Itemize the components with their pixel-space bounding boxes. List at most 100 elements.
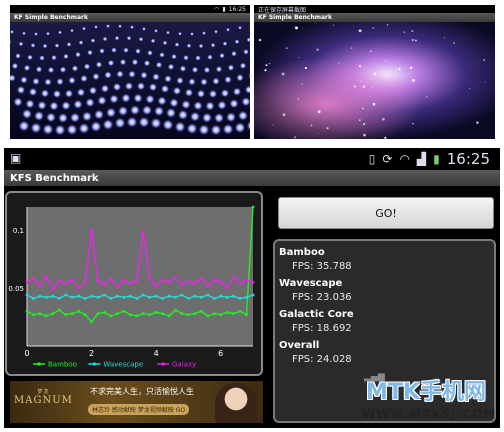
- data-point: [38, 294, 42, 298]
- star: [301, 82, 303, 85]
- light-dot: [16, 85, 26, 95]
- star: [380, 70, 382, 72]
- watermark: ▂▄▆ MTK手机网 WWW.MTKSJ.COM: [362, 372, 502, 430]
- status-bar: 正在保存屏幕截图: [254, 5, 495, 14]
- wifi-icon: ◠: [214, 5, 220, 13]
- light-dot: [210, 124, 222, 136]
- data-point: [90, 320, 93, 324]
- star: [476, 121, 479, 124]
- data-point: [83, 297, 87, 300]
- light-dot: [30, 42, 36, 48]
- data-point: [25, 293, 29, 297]
- data-point: [251, 280, 255, 284]
- data-point: [122, 295, 126, 299]
- light-dot: [93, 109, 105, 120]
- light-dot: [34, 31, 38, 36]
- app-title-bar: KF Simple Benchmark: [10, 13, 250, 22]
- star: [316, 48, 319, 51]
- ad-banner[interactable]: 梦龙 MAGNUM 不求完美人生，只活愉悦人生 林志玲 感动献映 梦龙视频献映 …: [10, 381, 263, 423]
- x-tick-label: 0: [24, 349, 29, 358]
- data-point: [128, 313, 132, 317]
- light-dot: [64, 89, 74, 98]
- light-dot: [143, 59, 151, 67]
- star: [294, 136, 296, 139]
- data-point: [206, 284, 210, 288]
- result-fps: FPS: 35.788: [292, 261, 352, 272]
- data-point: [161, 312, 165, 315]
- data-point: [32, 277, 35, 281]
- star: [403, 31, 406, 33]
- data-point: [64, 313, 68, 317]
- light-dot: [138, 36, 144, 42]
- data-point: [83, 280, 87, 284]
- data-point: [116, 285, 119, 289]
- light-dot: [159, 51, 165, 58]
- data-point: [141, 293, 145, 297]
- star: [411, 38, 414, 42]
- light-dot: [164, 75, 172, 83]
- data-point: [57, 297, 61, 300]
- light-dot: [116, 70, 124, 78]
- data-point: [238, 297, 242, 300]
- light-dot: [54, 43, 60, 49]
- data-point: [141, 312, 145, 315]
- star: [412, 79, 415, 82]
- light-dot: [78, 122, 90, 134]
- data-point: [64, 282, 68, 285]
- light-dot: [111, 47, 117, 53]
- watermark-url: WWW.MTKSJ.COM: [362, 407, 497, 421]
- star: [295, 26, 298, 30]
- light-dot: [58, 30, 62, 35]
- light-dot: [40, 89, 50, 98]
- data-point: [161, 297, 165, 300]
- data-point: [154, 311, 158, 314]
- light-dot: [13, 97, 23, 107]
- data-point: [238, 309, 242, 313]
- data-point: [148, 295, 152, 299]
- light-dot: [195, 55, 201, 61]
- legend-marker: [161, 362, 165, 366]
- data-point: [45, 295, 48, 299]
- star: [362, 107, 364, 110]
- data-point: [109, 314, 113, 318]
- light-dot: [15, 53, 21, 59]
- light-dot: [27, 54, 33, 61]
- result-wavescape: Wavescape FPS: 23.036: [279, 277, 490, 306]
- data-point: [77, 286, 81, 290]
- light-dot: [165, 107, 177, 119]
- light-dot: [167, 63, 175, 71]
- light-dot: [239, 62, 247, 70]
- light-dot: [21, 108, 33, 120]
- light-dot: [186, 43, 192, 49]
- data-point: [45, 314, 48, 318]
- light-dot: [35, 66, 43, 73]
- light-dot: [222, 41, 228, 47]
- light-dot: [88, 86, 98, 95]
- data-point: [251, 205, 255, 209]
- data-point: [122, 309, 126, 313]
- light-dot: [61, 100, 71, 111]
- light-dot: [42, 123, 54, 135]
- light-dot: [123, 47, 129, 54]
- light-dot: [90, 120, 102, 133]
- light-dot: [82, 26, 86, 31]
- result-fps: FPS: 23.036: [292, 292, 352, 303]
- light-dot: [135, 48, 141, 55]
- legend-marker: [37, 362, 41, 366]
- light-dot: [174, 121, 186, 133]
- data-point: [199, 277, 203, 281]
- light-dot: [178, 31, 182, 36]
- light-dot: [214, 29, 218, 34]
- ad-subline: 林志玲 感动献映 梦龙视频献映 GO: [88, 404, 190, 415]
- data-point: [96, 279, 100, 283]
- data-point: [167, 314, 171, 318]
- light-dot: [222, 123, 234, 135]
- star: [395, 69, 397, 71]
- light-dot: [196, 89, 206, 99]
- data-point: [141, 229, 145, 233]
- data-point: [180, 283, 184, 286]
- light-dot: [10, 29, 14, 34]
- go-button[interactable]: GO!: [278, 197, 494, 229]
- data-point: [25, 309, 29, 313]
- light-dot: [157, 96, 167, 106]
